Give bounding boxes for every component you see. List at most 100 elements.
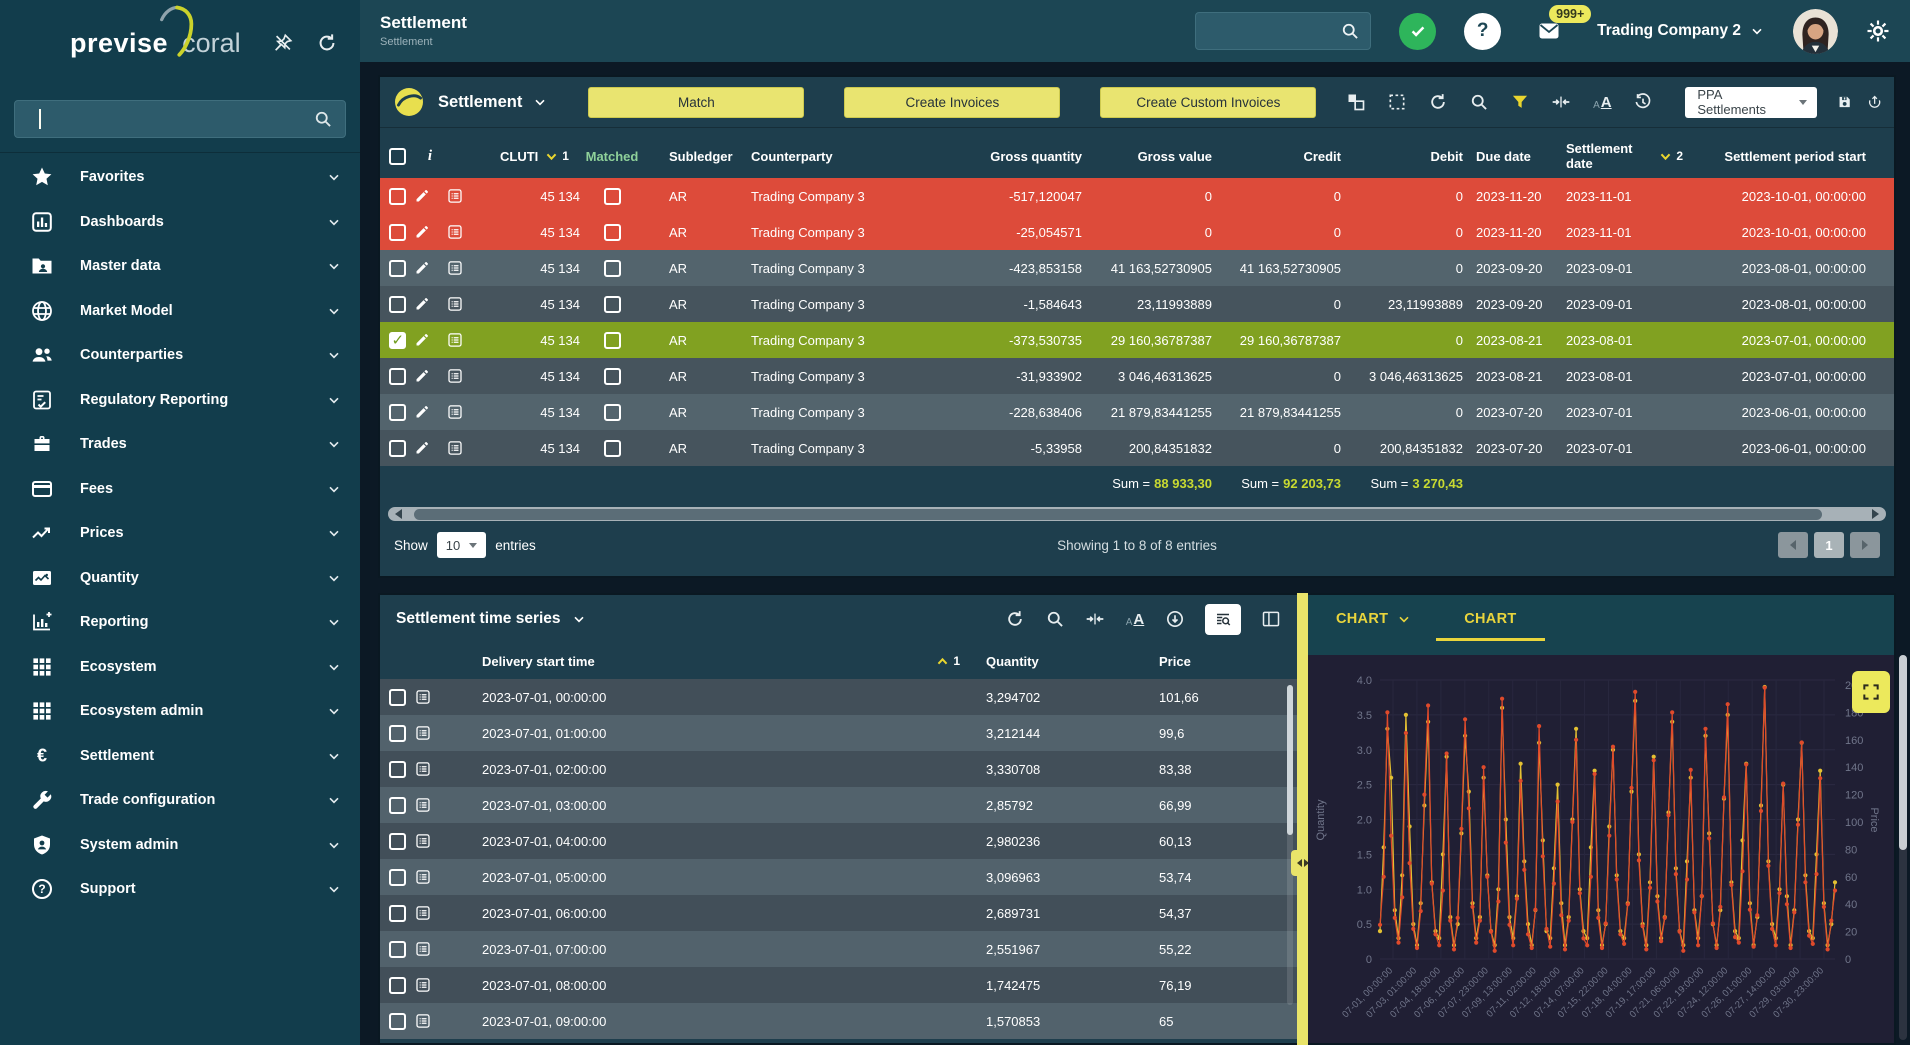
table-row[interactable]: 45 134 AR Trading Company 3 -517,120047 … <box>380 178 1894 214</box>
tab-chart[interactable]: CHART <box>1464 611 1516 641</box>
unpin-sidebar-icon[interactable] <box>272 32 294 54</box>
details-icon[interactable] <box>414 904 432 922</box>
sidebar-item-ecosystem-admin[interactable]: Ecosystem admin <box>0 689 360 734</box>
panel-title-dropdown[interactable]: Settlement <box>438 93 548 112</box>
row-checkbox[interactable] <box>389 797 406 814</box>
sidebar-item-ecosystem[interactable]: Ecosystem <box>0 645 360 690</box>
matched-checkbox[interactable] <box>604 188 621 205</box>
row-checkbox[interactable] <box>389 761 406 778</box>
column-header-subledger[interactable]: Subledger <box>644 149 730 164</box>
table-row[interactable]: 45 134 AR Trading Company 3 -25,054571 0… <box>380 214 1894 250</box>
fit-columns-icon[interactable] <box>1085 609 1105 629</box>
row-checkbox[interactable] <box>389 224 406 241</box>
matched-checkbox[interactable] <box>604 296 621 313</box>
selection-icon[interactable] <box>1387 92 1407 112</box>
sidebar-item-favorites[interactable]: Favorites <box>0 155 360 200</box>
row-checkbox[interactable] <box>389 977 406 994</box>
search-icon[interactable] <box>1045 609 1065 629</box>
column-header-gross-value[interactable]: Gross value <box>1082 149 1212 164</box>
timeseries-row[interactable]: 2023-07-01, 09:00:00 1,570853 65 <box>380 1003 1297 1039</box>
notifications-button[interactable]: 999+ <box>1529 11 1569 51</box>
prev-page-button[interactable] <box>1778 532 1808 558</box>
sidebar-item-trades[interactable]: Trades <box>0 422 360 467</box>
scroll-left-arrow[interactable] <box>395 509 402 519</box>
edit-icon[interactable] <box>414 404 430 420</box>
help-button[interactable]: ? <box>1464 13 1501 50</box>
column-header-price[interactable]: Price <box>1143 654 1297 669</box>
row-checkbox[interactable] <box>389 188 406 205</box>
table-search-button[interactable] <box>1205 604 1241 635</box>
row-checkbox[interactable] <box>389 296 406 313</box>
column-header-credit[interactable]: Credit <box>1212 149 1341 164</box>
matched-checkbox[interactable] <box>604 440 621 457</box>
row-checkbox[interactable] <box>389 905 406 922</box>
column-header-gross-quantity[interactable]: Gross quantity <box>936 149 1082 164</box>
page-number-button[interactable]: 1 <box>1814 532 1844 558</box>
column-header-delivery-start[interactable]: Delivery start time 1 <box>454 654 970 669</box>
table-row[interactable]: 45 134 AR Trading Company 3 -423,853158 … <box>380 250 1894 286</box>
sidebar-item-system-admin[interactable]: System admin <box>0 823 360 868</box>
details-icon[interactable] <box>446 331 464 349</box>
history-icon[interactable] <box>1633 92 1653 112</box>
sidebar-search-input[interactable] <box>14 100 346 138</box>
sidebar-item-counterparties[interactable]: Counterparties <box>0 333 360 378</box>
matched-checkbox[interactable] <box>604 260 621 277</box>
font-size-icon[interactable]: AA <box>1125 609 1145 629</box>
row-checkbox[interactable] <box>389 1013 406 1030</box>
status-ok-button[interactable] <box>1399 13 1436 50</box>
edit-icon[interactable] <box>414 224 430 240</box>
refresh-icon[interactable] <box>316 32 338 54</box>
column-header-due-date[interactable]: Due date <box>1463 149 1557 164</box>
timeseries-title-dropdown[interactable]: Settlement time series <box>396 610 587 628</box>
row-checkbox[interactable] <box>389 869 406 886</box>
sidebar-item-reporting[interactable]: Reporting <box>0 600 360 645</box>
edit-icon[interactable] <box>414 332 430 348</box>
create-invoices-button[interactable]: Create Invoices <box>844 87 1060 118</box>
table-row[interactable]: 45 134 AR Trading Company 3 -228,638406 … <box>380 394 1894 430</box>
scrollbar-thumb[interactable] <box>1287 685 1293 835</box>
column-header-debit[interactable]: Debit <box>1341 149 1463 164</box>
sidebar-item-master-data[interactable]: Master data <box>0 244 360 289</box>
timeseries-row[interactable]: 2023-07-01, 02:00:00 3,330708 83,38 <box>380 751 1297 787</box>
chart-vertical-scrollbar[interactable] <box>1899 655 1907 1040</box>
row-checkbox[interactable] <box>389 440 406 457</box>
matched-checkbox[interactable] <box>604 404 621 421</box>
sidebar-item-dashboards[interactable]: Dashboards <box>0 200 360 245</box>
column-header-cluti[interactable]: CLUTI 1 <box>484 149 580 164</box>
row-checkbox[interactable] <box>389 725 406 742</box>
column-header-settlement-date[interactable]: Settlement date 2 <box>1557 141 1683 171</box>
details-icon[interactable] <box>446 259 464 277</box>
select-all-checkbox[interactable] <box>389 148 406 165</box>
row-checkbox[interactable] <box>389 689 406 706</box>
timeseries-row[interactable]: 2023-07-01, 01:00:00 3,212144 99,6 <box>380 715 1297 751</box>
sidebar-item-trade-configuration[interactable]: Trade configuration <box>0 778 360 823</box>
scroll-right-arrow[interactable] <box>1872 509 1879 519</box>
table-row[interactable]: 45 134 AR Trading Company 3 -31,933902 3… <box>380 358 1894 394</box>
details-icon[interactable] <box>414 832 432 850</box>
row-checkbox[interactable] <box>389 368 406 385</box>
edit-icon[interactable] <box>414 440 430 456</box>
fit-columns-icon[interactable] <box>1551 92 1571 112</box>
sidebar-item-fees[interactable]: Fees <box>0 467 360 512</box>
match-button[interactable]: Match <box>588 87 804 118</box>
refresh-icon[interactable] <box>1005 609 1025 629</box>
details-icon[interactable] <box>414 868 432 886</box>
matched-checkbox[interactable] <box>604 368 621 385</box>
details-icon[interactable] <box>446 367 464 385</box>
font-size-icon[interactable]: AA <box>1592 92 1612 112</box>
details-icon[interactable] <box>414 688 432 706</box>
expand-chart-button[interactable] <box>1852 671 1890 713</box>
timeseries-row[interactable]: 2023-07-01, 06:00:00 2,689731 54,37 <box>380 895 1297 931</box>
edit-icon[interactable] <box>414 368 430 384</box>
view-select[interactable]: PPA Settlements <box>1685 87 1817 118</box>
settings-gear-icon[interactable] <box>1866 19 1890 43</box>
next-page-button[interactable] <box>1850 532 1880 558</box>
details-icon[interactable] <box>446 439 464 457</box>
chart-type-dropdown[interactable]: CHART <box>1336 611 1412 627</box>
table-row[interactable]: 45 134 AR Trading Company 3 -373,530735 … <box>380 322 1894 358</box>
details-icon[interactable] <box>414 976 432 994</box>
sidebar-item-regulatory-reporting[interactable]: Regulatory Reporting <box>0 378 360 423</box>
search-icon[interactable] <box>1340 21 1360 41</box>
column-header-period-start[interactable]: Settlement period start <box>1683 149 1894 164</box>
table-row[interactable]: 45 134 AR Trading Company 3 -5,33958 200… <box>380 430 1894 466</box>
